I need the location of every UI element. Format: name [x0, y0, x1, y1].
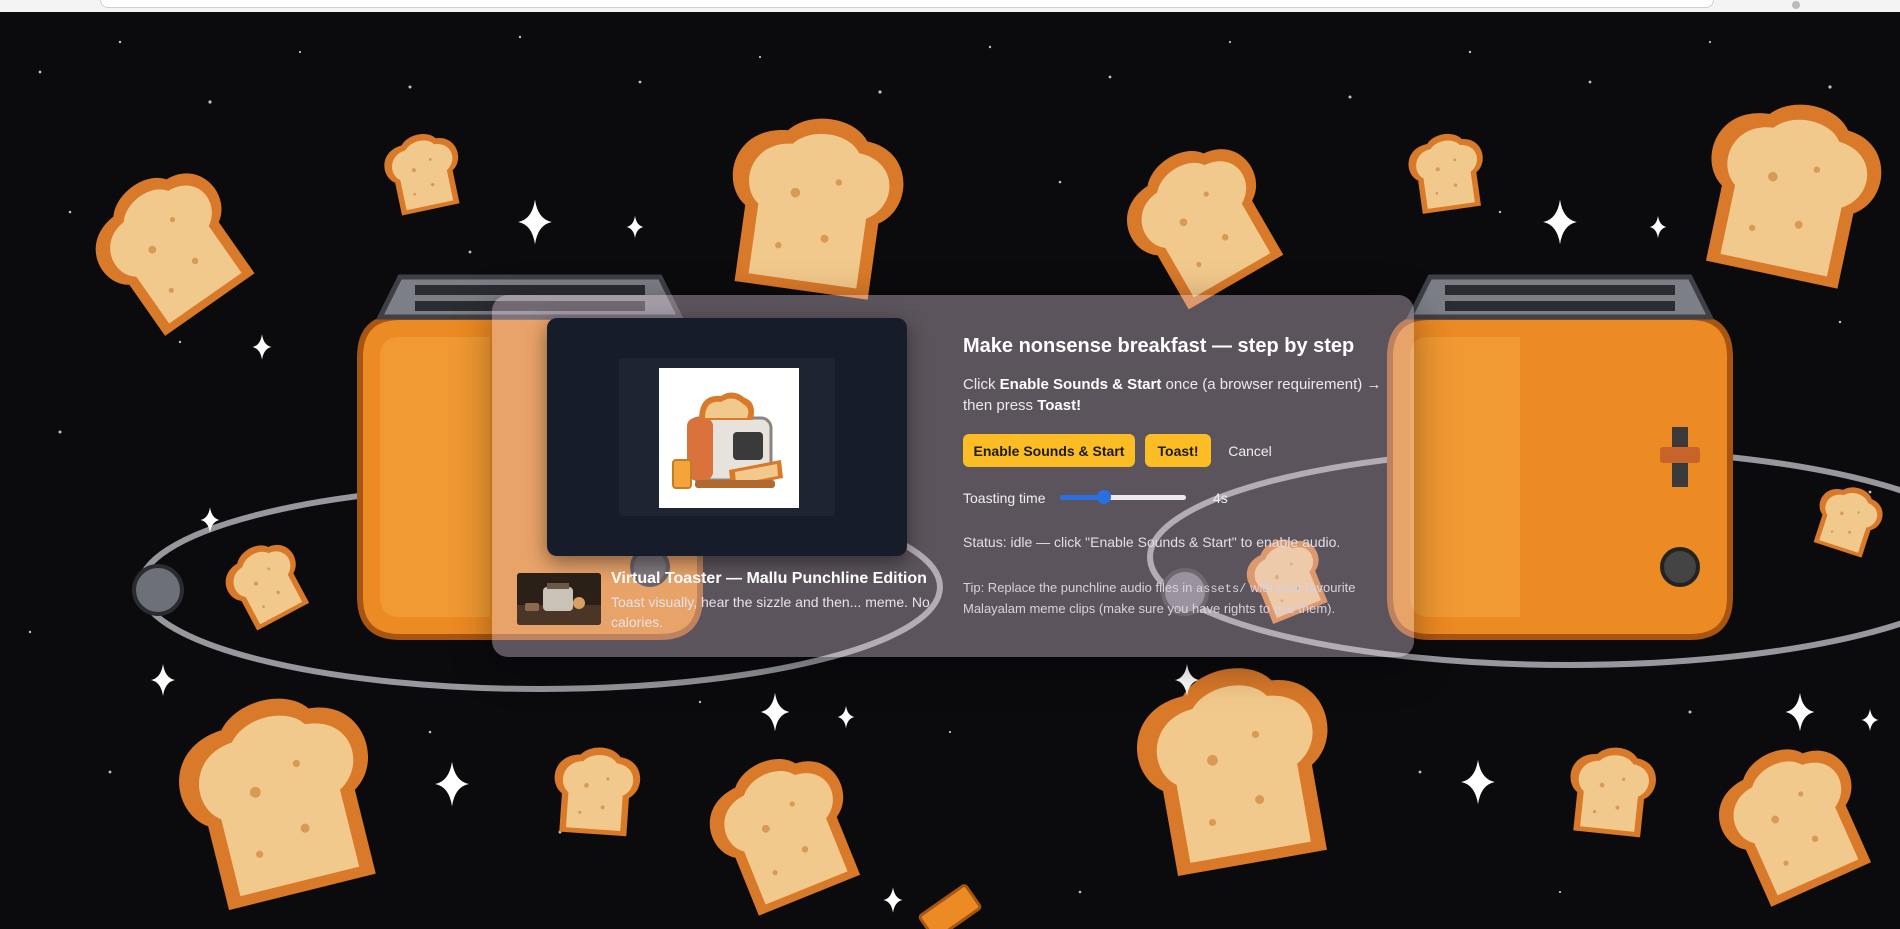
enable-sounds-start-button[interactable]: Enable Sounds & Start — [963, 434, 1135, 467]
video-title: Virtual Toaster — Mallu Punchline Editio… — [611, 570, 927, 587]
instructions-text: Click Enable Sounds & Start once (a brow… — [963, 374, 1393, 416]
toasting-time-label: Toasting time — [963, 490, 1046, 506]
instructions-prefix: Click — [963, 376, 1000, 393]
address-bar[interactable] — [100, 0, 1714, 8]
cancel-button[interactable]: Cancel — [1216, 434, 1284, 467]
instructions-toast-bold: Toast! — [1037, 397, 1082, 414]
browser-menu-icon[interactable] — [1792, 1, 1800, 9]
tip-code: assets/ — [1195, 582, 1247, 596]
tip-prefix: Tip: Replace the punchline audio files i… — [963, 580, 1196, 595]
toaster-preview-inner — [619, 358, 835, 516]
toasting-time-value: 4s — [1213, 490, 1228, 506]
toast-button[interactable]: Toast! — [1145, 434, 1211, 467]
status-text: Status: idle — click "Enable Sounds & St… — [963, 534, 1341, 550]
video-description: Toast visually, hear the sizzle and then… — [611, 594, 930, 630]
toasting-time-slider[interactable] — [1060, 486, 1186, 508]
instructions-enable-bold: Enable Sounds & Start — [999, 376, 1162, 393]
tip-text: Tip: Replace the punchline audio files i… — [963, 578, 1383, 618]
toaster-illustration — [659, 368, 799, 508]
toaster-preview-frame — [547, 318, 907, 556]
video-thumbnail[interactable] — [517, 573, 601, 625]
page-title: Make nonsense breakfast — step by step — [963, 335, 1355, 357]
